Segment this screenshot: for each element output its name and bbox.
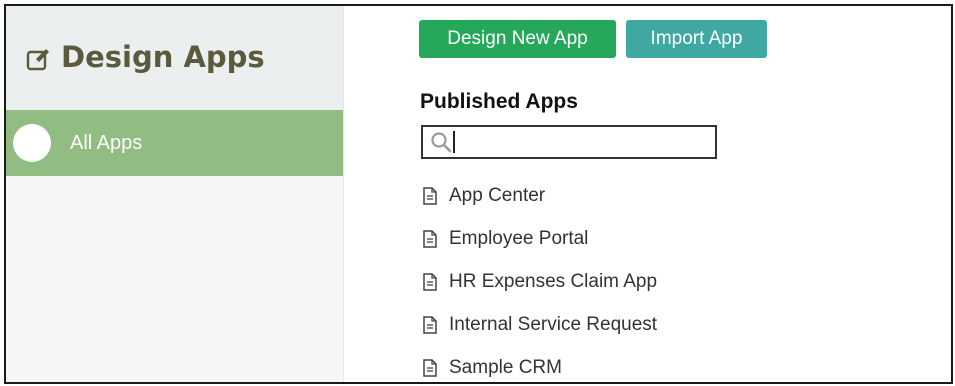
app-label: Employee Portal <box>449 228 589 249</box>
published-apps-list: App Center Employee Portal HR Expenses C… <box>422 185 657 382</box>
sidebar: Design Apps All Apps <box>6 6 344 382</box>
list-item[interactable]: Sample CRM <box>422 357 657 382</box>
list-item[interactable]: HR Expenses Claim App <box>422 271 657 314</box>
app-window: Design Apps All Apps Design New App Impo… <box>4 4 953 384</box>
document-icon <box>422 230 438 248</box>
search-box[interactable] <box>421 125 717 159</box>
app-label: App Center <box>449 185 546 206</box>
edit-icon <box>26 45 51 70</box>
app-label: Sample CRM <box>449 357 562 378</box>
search-input[interactable] <box>456 129 707 155</box>
list-item[interactable]: Employee Portal <box>422 228 657 271</box>
sidebar-title: Design Apps <box>26 40 265 74</box>
list-item[interactable]: App Center <box>422 185 657 228</box>
import-app-button[interactable]: Import App <box>626 20 767 58</box>
circle-icon <box>13 124 51 162</box>
document-icon <box>422 187 438 205</box>
document-icon <box>422 273 438 291</box>
app-label: Internal Service Request <box>449 314 658 335</box>
sidebar-header: Design Apps <box>6 6 343 110</box>
sidebar-title-text: Design Apps <box>61 40 265 74</box>
list-item[interactable]: Internal Service Request <box>422 314 657 357</box>
sidebar-item-label: All Apps <box>70 131 143 154</box>
document-icon <box>422 316 438 334</box>
search-icon <box>430 131 452 153</box>
document-icon <box>422 359 438 377</box>
design-new-app-button[interactable]: Design New App <box>419 20 616 58</box>
sidebar-item-all-apps[interactable]: All Apps <box>6 110 343 176</box>
main-content: Design New App Import App Published Apps <box>344 6 951 382</box>
app-label: HR Expenses Claim App <box>449 271 658 292</box>
text-cursor <box>453 131 455 153</box>
section-title: Published Apps <box>420 90 578 113</box>
